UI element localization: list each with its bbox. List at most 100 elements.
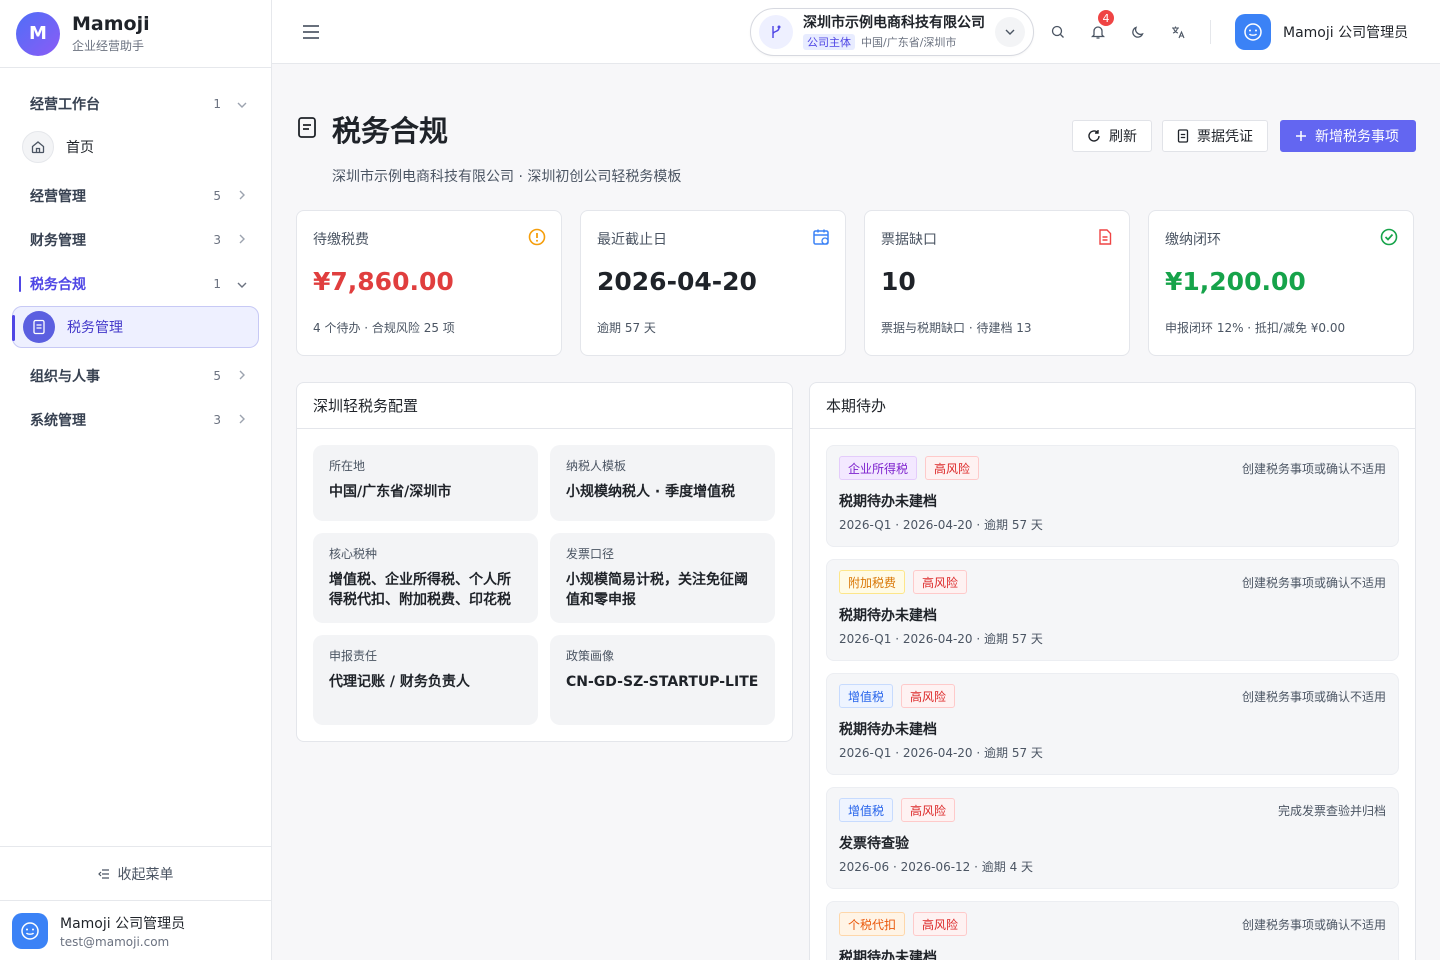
search-icon[interactable] <box>1048 22 1068 42</box>
calendar-icon <box>811 227 831 247</box>
nav-group-count: 5 <box>213 189 221 203</box>
nav-group-system[interactable]: 系统管理 3 <box>0 398 271 442</box>
moon-icon[interactable] <box>1128 22 1148 42</box>
menu-toggle-icon[interactable] <box>302 20 322 44</box>
todo-item[interactable]: 增值税 高风险 创建税务事项或确认不适用 税期待办未建档 2026-Q1 · 2026-… <box>826 673 1399 775</box>
chevron-right-icon <box>237 234 247 247</box>
topbar: 深圳市示例电商科技有限公司 公司主体 中国/广东省/深圳市 4 Mamoji 公司… <box>272 0 1440 64</box>
todo-action-link[interactable]: 创建税务事项或确认不适用 <box>1242 574 1386 591</box>
kpi-sub: 逾期 57 天 <box>597 321 656 335</box>
config-label: 核心税种 <box>329 547 378 561</box>
chevron-down-icon <box>237 98 247 111</box>
kpi-sub: 4 个待办 · 合规风险 25 项 <box>313 321 455 335</box>
nav-group-tax[interactable]: 税务合规 1 <box>0 262 271 306</box>
config-label: 政策画像 <box>566 649 615 663</box>
chevron-right-icon <box>237 414 247 427</box>
brand: M Mamoji 企业经营助手 <box>0 0 271 68</box>
sidebar-item-label: 首页 <box>66 140 94 156</box>
chevron-down-icon <box>237 278 247 291</box>
config-item-invoice-basis: 发票口径 小规模简易计税，关注免征阈值和零申报 <box>550 533 775 623</box>
nav-group-label: 税务合规 <box>30 277 86 293</box>
panel-title: 本期待办 <box>810 383 1415 429</box>
sidebar-item-home[interactable]: 首页 <box>12 126 259 168</box>
user-email: test@mamoji.com <box>60 934 170 949</box>
add-tax-item-button[interactable]: 新增税务事项 <box>1280 120 1416 152</box>
current-todo-panel: 本期待办 企业所得税 高风险 创建税务事项或确认不适用 税期待办未建档 2026-Q1 … <box>809 382 1416 960</box>
config-item-taxpayer-template: 纳税人模板 小规模纳税人 · 季度增值税 <box>550 445 775 521</box>
sidebar-user[interactable]: Mamoji 公司管理员 test@mamoji.com <box>0 900 271 960</box>
translate-icon[interactable] <box>1168 22 1188 42</box>
alert-circle-icon <box>527 227 547 247</box>
todo-title: 税期待办未建档 <box>839 722 937 738</box>
config-value: 小规模纳税人 · 季度增值税 <box>566 484 736 500</box>
nav-group-label: 财务管理 <box>30 233 86 249</box>
config-item-core-taxes: 核心税种 增值税、企业所得税、个人所得税代扣、附加税费、印花税 <box>313 533 538 623</box>
tax-type-tag: 企业所得税 <box>839 456 918 480</box>
nav-group-finance[interactable]: 财务管理 3 <box>0 218 271 262</box>
document-icon <box>23 311 55 343</box>
todo-title: 税期待办未建档 <box>839 950 937 960</box>
config-label: 纳税人模板 <box>566 459 627 473</box>
home-icon <box>22 131 54 163</box>
divider <box>1210 20 1211 44</box>
user-name: Mamoji 公司管理员 <box>1283 25 1409 41</box>
nav-group-count: 5 <box>213 369 221 383</box>
todo-action-link[interactable]: 完成发票查验并归档 <box>1278 802 1386 819</box>
user-name: Mamoji 公司管理员 <box>60 915 186 932</box>
document-icon <box>1177 129 1189 143</box>
nav-group-label: 经营管理 <box>30 189 86 205</box>
sidebar-item-label: 税务管理 <box>67 320 123 336</box>
kpi-value: ¥7,860.00 <box>313 267 454 296</box>
document-icon <box>296 115 318 143</box>
nav-group-org-hr[interactable]: 组织与人事 5 <box>0 354 271 398</box>
kpi-title: 待缴税费 <box>313 232 369 248</box>
config-value: 小规模简易计税，关注免征阈值和零申报 <box>566 572 748 608</box>
todo-meta: 2026-Q1 · 2026-04-20 · 逾期 57 天 <box>839 746 1043 760</box>
nav-group-count: 3 <box>213 413 221 427</box>
app-name: Mamoji <box>72 13 150 35</box>
risk-tag: 高风险 <box>913 570 968 594</box>
kpi-value: ¥1,200.00 <box>1165 267 1306 296</box>
user-menu[interactable]: Mamoji 公司管理员 <box>1235 14 1408 50</box>
page-subtitle: 深圳市示例电商科技有限公司 · 深圳初创公司轻税务模板 <box>332 169 682 185</box>
nav-group-workbench[interactable]: 经营工作台 1 <box>0 82 271 126</box>
todo-item[interactable]: 企业所得税 高风险 创建税务事项或确认不适用 税期待办未建档 2026-Q1 · 202… <box>826 445 1399 547</box>
kpi-sub: 票据与税期缺口 · 待建档 13 <box>881 321 1032 335</box>
todo-item[interactable]: 增值税 高风险 完成发票查验并归档 发票待查验 2026-06 · 2026-06-12… <box>826 787 1399 889</box>
todo-title: 发票待查验 <box>839 836 909 852</box>
company-switcher[interactable]: 深圳市示例电商科技有限公司 公司主体 中国/广东省/深圳市 <box>750 8 1034 56</box>
nav-group-business[interactable]: 经营管理 5 <box>0 174 271 218</box>
collapse-menu-icon <box>97 868 110 879</box>
todo-action-link[interactable]: 创建税务事项或确认不适用 <box>1242 916 1386 933</box>
todo-item[interactable]: 个税代扣 高风险 创建税务事项或确认不适用税期待办未建档 <box>826 901 1399 960</box>
bell-icon[interactable]: 4 <box>1088 8 1116 42</box>
kpi-card-pending-tax: 待缴税费 ¥7,860.00 4 个待办 · 合规风险 25 项 <box>296 210 562 356</box>
nav-group-count: 1 <box>213 277 221 291</box>
tax-type-tag: 个税代扣 <box>839 912 906 936</box>
company-tag: 公司主体 <box>803 34 855 50</box>
nav-group-label: 组织与人事 <box>30 369 100 385</box>
config-label: 发票口径 <box>566 547 615 561</box>
kpi-title: 最近截止日 <box>597 232 667 248</box>
risk-tag: 高风险 <box>913 912 968 936</box>
todo-action-link[interactable]: 创建税务事项或确认不适用 <box>1242 460 1386 477</box>
tax-type-tag: 附加税费 <box>839 570 906 594</box>
tax-type-tag: 增值税 <box>839 684 894 708</box>
nav-group-label: 系统管理 <box>30 413 86 429</box>
todo-action-link[interactable]: 创建税务事项或确认不适用 <box>1242 688 1386 705</box>
chevron-down-icon[interactable] <box>995 17 1025 47</box>
voucher-button[interactable]: 票据凭证 <box>1162 120 1268 152</box>
config-label: 所在地 <box>329 459 366 473</box>
refresh-button[interactable]: 刷新 <box>1072 120 1152 152</box>
config-value: CN-GD-SZ-STARTUP-LITE <box>566 674 759 690</box>
config-item-policy-profile: 政策画像 CN-GD-SZ-STARTUP-LITE <box>550 635 775 725</box>
config-item-location: 所在地 中国/广东省/深圳市 <box>313 445 538 521</box>
todo-item[interactable]: 附加税费 高风险 创建税务事项或确认不适用 税期待办未建档 2026-Q1 · 2026… <box>826 559 1399 661</box>
add-tax-item-label: 新增税务事项 <box>1315 129 1399 145</box>
collapse-menu-button[interactable]: 收起菜单 <box>0 846 271 900</box>
refresh-icon <box>1087 129 1101 143</box>
collapse-menu-label: 收起菜单 <box>117 866 174 883</box>
sidebar-item-tax-management[interactable]: 税务管理 <box>12 306 259 348</box>
todo-title: 税期待办未建档 <box>839 494 937 510</box>
kpi-value: 10 <box>881 267 916 296</box>
